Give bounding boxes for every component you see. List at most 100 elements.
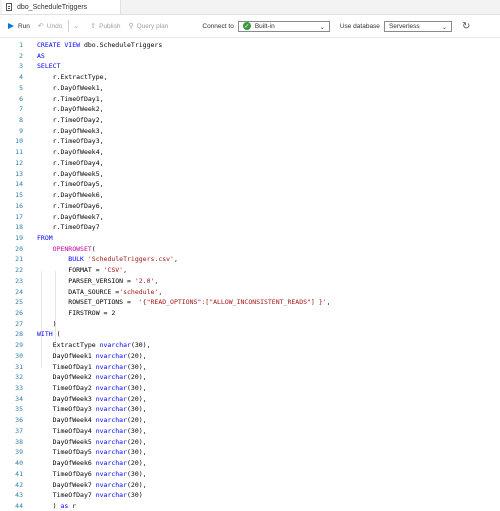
code-token: (20), [127, 351, 147, 360]
line-number: 38 [15, 437, 23, 446]
code-token: , [154, 276, 159, 285]
chevron-down-icon: ⌄ [319, 24, 325, 31]
code-token: nvarchar [95, 405, 128, 414]
line-number: 1 [19, 41, 23, 49]
publish-icon: ⇪ [90, 23, 97, 30]
code-text: ExtractType nvarchar(30), [37, 340, 151, 351]
refresh-icon[interactable]: ↻ [462, 21, 470, 32]
code-text: ) [37, 319, 57, 330]
code-text: r.TimeOfDay2, [37, 115, 104, 126]
code-token: FROM [37, 233, 53, 242]
code-line: 32 DayOfWeek2 nvarchar(20), [0, 372, 500, 383]
code-line: 19 FROM [0, 233, 500, 244]
code-line: 28 WITH ( [0, 329, 500, 340]
code-token: DayOfWeek4 [37, 416, 96, 425]
code-line: 21 BULK 'ScheduleTriggers.csv', [0, 254, 500, 265]
code-text: FIRSTROW = 2 [37, 308, 115, 319]
code-text: r.TimeOfDay4, [37, 158, 104, 169]
code-token: nvarchar [95, 459, 128, 468]
line-number: 19 [15, 233, 23, 242]
line-number: 16 [15, 201, 23, 210]
run-button[interactable]: Run [8, 19, 30, 33]
code-line: 7 r.DayOfWeek2, [0, 104, 500, 115]
line-number: 36 [15, 416, 23, 425]
code-text: DayOfWeek3 nvarchar(20), [37, 394, 147, 405]
code-token: TimeOfDay7 [37, 491, 96, 500]
code-line: 20 OPENROWSET( [0, 244, 500, 255]
code-token: nvarchar [95, 480, 128, 489]
line-number: 37 [15, 426, 23, 435]
undo-button[interactable]: ↶ Undo [38, 19, 62, 33]
line-number: 5 [19, 83, 23, 92]
code-token: ) [37, 319, 57, 328]
chevron-down-icon: ⌄ [441, 24, 447, 31]
code-line: 44 ) as r [0, 501, 500, 511]
code-token: nvarchar [95, 351, 128, 360]
code-token: , [173, 255, 178, 264]
line-number: 24 [15, 287, 23, 296]
code-line: 35 TimeOfDay3 nvarchar(30), [0, 404, 500, 415]
code-text: ROWSET_OPTIONS = '{"READ_OPTIONS":["ALLO… [37, 297, 331, 308]
line-number: 22 [15, 266, 23, 275]
code-token: DayOfWeek6 [37, 459, 96, 468]
code-token: r.DayOfWeek4, [37, 148, 104, 157]
code-line: 43 TimeOfDay7 nvarchar(30) [0, 490, 500, 501]
code-line: 8 r.TimeOfDay2, [0, 115, 500, 126]
code-line: 10 r.TimeOfDay3, [0, 136, 500, 147]
code-text: TimeOfDay6 nvarchar(30), [37, 469, 147, 480]
code-line: 37 TimeOfDay4 nvarchar(30), [0, 426, 500, 437]
code-token: (30), [127, 426, 147, 435]
code-text: r.DayOfWeek6, [37, 190, 104, 201]
code-text: r.DayOfWeek4, [37, 147, 104, 158]
code-token: nvarchar [95, 394, 128, 403]
code-editor[interactable]: 1 CREATE VIEW dbo.ScheduleTriggers 2 AS 3 SEL… [0, 38, 500, 510]
code-token: 'schedule' [119, 287, 159, 296]
run-label: Run [18, 22, 30, 30]
toolbar: Run ↶ Undo ⌄ ⇪ Publish ⚲ Query plan Conn… [0, 15, 500, 38]
code-text: r.TimeOfDay7 [37, 222, 100, 233]
publish-button[interactable]: ⇪ Publish [90, 19, 120, 33]
code-token: BULK [37, 255, 88, 264]
code-token: , [326, 298, 331, 307]
code-token: TimeOfDay3 [37, 405, 96, 414]
line-number: 3 [19, 62, 23, 71]
line-number: 7 [19, 105, 23, 114]
code-text: r.TimeOfDay6, [37, 201, 104, 212]
code-token: dbo.ScheduleTriggers [83, 41, 163, 49]
code-line: 24 DATA_SOURCE ='schedule', [0, 287, 500, 298]
code-token: 'ScheduleTriggers.csv' [87, 255, 174, 264]
line-number: 15 [15, 191, 23, 200]
code-text: CREATE VIEW dbo.ScheduleTriggers [37, 40, 162, 51]
code-token: r.DayOfWeek3, [37, 126, 104, 135]
use-database-select[interactable]: Serverless ⌄ [383, 20, 452, 32]
tab-bar: dbo_ScheduleTriggers [0, 0, 500, 15]
code-line: 11 r.DayOfWeek4, [0, 147, 500, 158]
code-token: DayOfWeek2 [37, 373, 96, 382]
code-token: CREATE VIEW [37, 41, 84, 49]
code-text: DATA_SOURCE ='schedule', [37, 287, 162, 298]
code-token: (20), [127, 373, 147, 382]
check-circle-icon: ✓ [242, 22, 251, 30]
code-token: WITH [37, 330, 57, 339]
code-line: 40 DayOfWeek6 nvarchar(20), [0, 458, 500, 469]
line-number: 20 [15, 244, 23, 253]
code-token: ExtractType [37, 341, 100, 350]
code-text: TimeOfDay4 nvarchar(30), [37, 426, 147, 437]
code-line: 38 DayOfWeek5 nvarchar(20), [0, 437, 500, 448]
line-number: 35 [15, 405, 23, 414]
line-number: 34 [15, 394, 23, 403]
code-text: FORMAT = 'CSV', [37, 265, 127, 276]
code-text: r.DayOfWeek1, [37, 83, 104, 94]
code-token: (20), [127, 416, 147, 425]
code-line: 16 r.TimeOfDay6, [0, 201, 500, 212]
code-token: ( [56, 330, 61, 339]
code-line: 23 PARSER_VERSION = '2.0', [0, 276, 500, 287]
code-line: 2 AS [0, 51, 500, 62]
code-token: r.TimeOfDay1, [37, 94, 104, 103]
connect-to-select[interactable]: ✓ Built-in ⌄ [237, 20, 330, 32]
query-plan-button[interactable]: ⚲ Query plan [128, 19, 168, 33]
code-token: (20), [127, 394, 147, 403]
tab-dbo-scheduletriggers[interactable]: dbo_ScheduleTriggers [2, 0, 121, 14]
code-text: DayOfWeek4 nvarchar(20), [37, 415, 147, 426]
undo-dropdown-button[interactable]: ⌄ [73, 19, 82, 33]
